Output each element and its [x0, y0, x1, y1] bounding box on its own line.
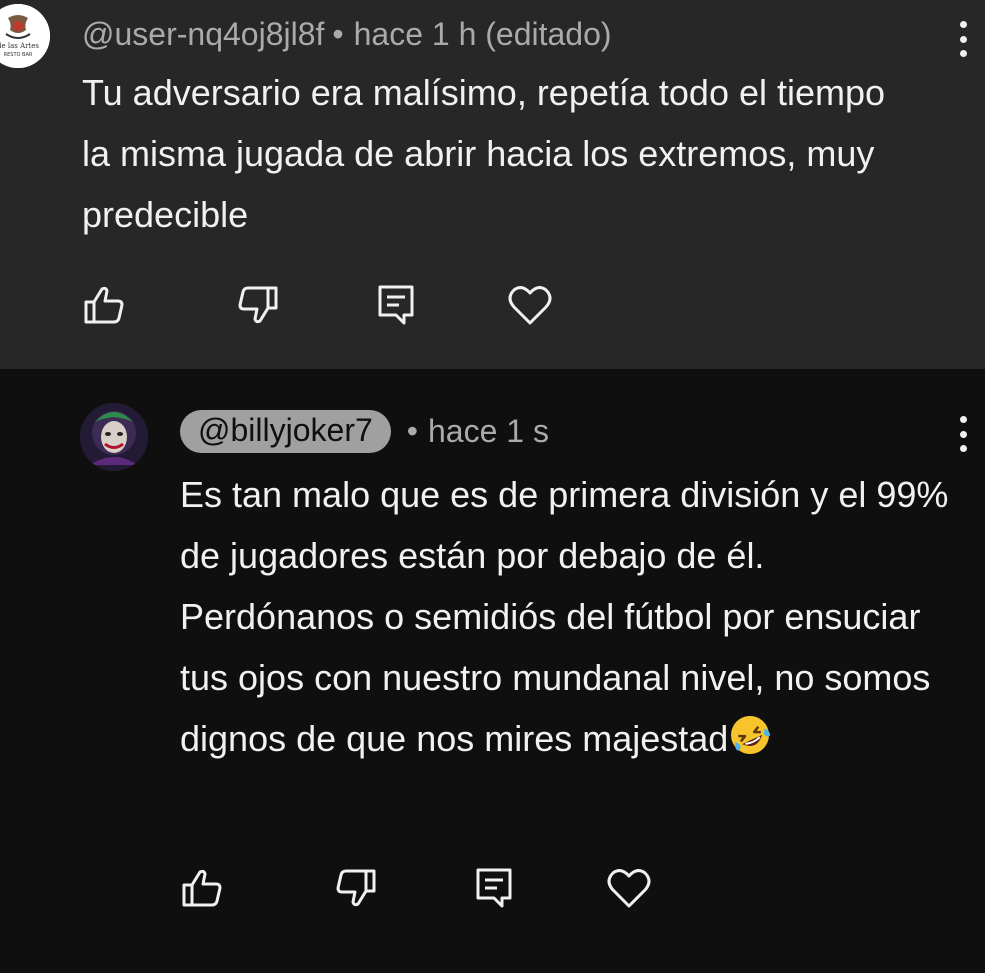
thumbs-down-icon [336, 869, 376, 907]
like-button[interactable] [178, 864, 226, 912]
rolling-on-the-floor-laughing-icon [731, 716, 771, 754]
reply-button[interactable] [470, 864, 518, 912]
comment-2: @billyjoker7 • hace 1 s Es tan malo que … [0, 369, 985, 973]
dot-icon [959, 21, 967, 28]
dot-icon [959, 50, 967, 57]
dislike-button[interactable] [234, 281, 282, 329]
comment-time: hace 1 h (editado) [353, 15, 612, 52]
more-options-button[interactable] [953, 21, 973, 57]
heart-button[interactable] [506, 281, 554, 329]
resto-bar-logo-icon: de las Artes RESTO BAR [0, 4, 50, 68]
svg-text:de las Artes: de las Artes [0, 42, 39, 50]
comment-text-content: Es tan malo que es de primera división y… [180, 474, 949, 759]
comment-meta: @billyjoker7 • hace 1 s [180, 407, 549, 455]
separator-dot: • [332, 15, 344, 52]
reply-comment-icon [476, 868, 512, 908]
comment-text: Tu adversario era malísimo, repetía todo… [82, 72, 886, 235]
comment-text: Es tan malo que es de primera división y… [180, 464, 960, 769]
heart-icon [508, 286, 552, 325]
dislike-button[interactable] [332, 864, 380, 912]
dot-icon [959, 430, 967, 438]
dot-icon [959, 35, 967, 43]
heart-icon [607, 869, 651, 908]
heart-button[interactable] [605, 864, 653, 912]
thumbs-down-icon [238, 286, 278, 324]
separator-dot: • [406, 412, 418, 449]
svg-text:RESTO BAR: RESTO BAR [4, 52, 33, 58]
comment-1: de las Artes RESTO BAR @user-nq4oj8jl8f … [0, 0, 985, 369]
comment-meta: @user-nq4oj8jl8f • hace 1 h (editado) [82, 12, 612, 56]
avatar[interactable] [80, 403, 148, 471]
dot-icon [959, 416, 967, 423]
joker-avatar-icon [80, 403, 148, 471]
reply-button[interactable] [372, 281, 420, 329]
thumbs-up-icon [84, 286, 124, 324]
thumbs-up-icon [182, 869, 222, 907]
more-options-button[interactable] [953, 416, 973, 452]
author-handle[interactable]: @user-nq4oj8jl8f [82, 16, 324, 53]
reply-comment-icon [378, 285, 414, 325]
comment-time: hace 1 s [427, 412, 549, 449]
dot-icon [959, 445, 967, 452]
like-button[interactable] [80, 281, 128, 329]
author-handle[interactable]: @billyjoker7 [180, 409, 391, 453]
avatar[interactable]: de las Artes RESTO BAR [0, 4, 50, 68]
